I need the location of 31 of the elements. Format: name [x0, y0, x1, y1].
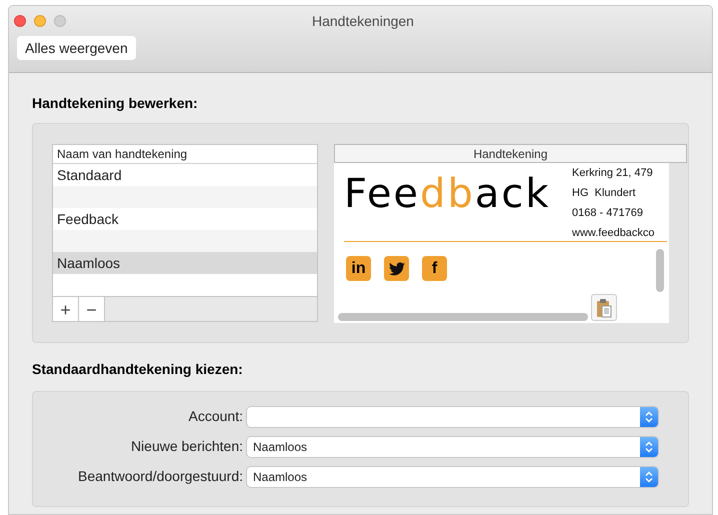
address-line: HG Klundert: [572, 186, 637, 201]
stepper-icon: [640, 406, 658, 426]
popup-button[interactable]: [247, 406, 658, 426]
remove-button[interactable]: −: [79, 297, 105, 321]
close-button[interactable]: [14, 15, 26, 27]
show-all-button[interactable]: Alles weergeven: [17, 36, 136, 60]
section-heading: Handtekening bewerken:: [32, 94, 199, 113]
signature-row[interactable]: Naamloos: [53, 252, 317, 274]
address-line: 0168 - 471769: [572, 206, 644, 221]
field-label: Beantwoord/doorgestuurd:: [77, 467, 244, 486]
signature-row[interactable]: [53, 186, 317, 208]
minimize-button[interactable]: [34, 15, 46, 27]
section-heading: Standaardhandtekening kiezen:: [32, 360, 244, 379]
zoom-button[interactable]: [54, 15, 66, 27]
company-logo: Feedback: [344, 171, 550, 217]
window-title: Handtekeningen: [311, 12, 415, 31]
popup-button[interactable]: Naamloos: [247, 436, 658, 456]
bird-icon: [384, 256, 409, 281]
signature-row[interactable]: [53, 230, 317, 252]
popup-value: Naamloos: [252, 438, 308, 456]
add-button[interactable]: +: [53, 297, 79, 321]
popup-value: Naamloos: [252, 468, 308, 486]
column-header: Handtekening: [334, 144, 687, 163]
scrollbar: [656, 249, 664, 292]
field-label: Nieuwe berichten:: [130, 437, 244, 456]
popup-button[interactable]: Naamloos: [247, 466, 658, 486]
address-line: Kerkring 21, 479: [572, 166, 654, 181]
address-line: www.feedbackco: [572, 226, 655, 241]
stepper-icon: [640, 436, 658, 456]
stepper-icon: [640, 466, 658, 486]
field-label: Account:: [188, 407, 244, 426]
